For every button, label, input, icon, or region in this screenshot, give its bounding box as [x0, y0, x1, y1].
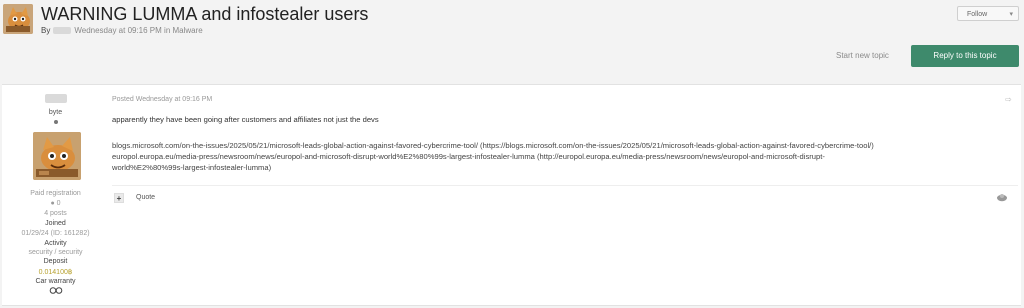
author-avatar-small[interactable] [3, 4, 33, 34]
warranty-icon [2, 287, 109, 296]
warranty-label: Car warranty [35, 278, 76, 285]
post-link[interactable]: world%E2%80%99s-largest-infostealer-lumm… [112, 162, 1012, 173]
avatar[interactable] [33, 132, 81, 180]
activity-label: Activity [44, 240, 67, 247]
author-name-hidden[interactable] [45, 94, 67, 103]
share-icon[interactable]: ⇨ [1005, 95, 1012, 104]
activity-value: security / security [28, 249, 83, 256]
page-title: WARNING LUMMA and infostealer users [41, 4, 369, 24]
deposit-value-line: 0.014100฿ [2, 268, 109, 276]
start-new-topic-link[interactable]: Start new topic [836, 51, 889, 60]
post-link[interactable]: europol.europa.eu/media-press/newsroom/n… [112, 151, 1012, 162]
deposit-value: 0.014100 [38, 269, 68, 276]
topic-date: Wednesday at 09:16 PM [74, 26, 162, 35]
author-panel: byte Paid registration ● 0 4 posts Joine… [2, 85, 109, 305]
chevron-down-icon[interactable]: ▾ [1009, 7, 1013, 22]
forum-link[interactable]: Malware [173, 26, 203, 35]
joined-label: Joined [45, 220, 66, 227]
post-link[interactable]: blogs.microsoft.com/on-the-issues/2025/0… [112, 140, 1012, 151]
reputation-icon: ● [50, 200, 55, 207]
reputation: ● 0 [2, 200, 109, 207]
in-label: in [164, 26, 171, 35]
deposit-label: Deposit [43, 258, 68, 265]
topic-meta: By Wednesday at 09:16 PM in Malware [41, 26, 203, 35]
post-content: Posted Wednesday at 09:16 PM ⇨ apparentl… [112, 85, 1018, 305]
status-dot-icon [54, 120, 58, 124]
post-links: blogs.microsoft.com/on-the-issues/2025/0… [112, 140, 1012, 173]
report-icon[interactable] [996, 193, 1008, 204]
quote-button[interactable]: Quote [136, 194, 155, 201]
post-message: apparently they have been going after cu… [112, 115, 379, 124]
follow-button[interactable]: Follow ▾ [957, 6, 1019, 21]
joined-value: 01/29/24 (ID: 161282) [21, 230, 90, 237]
follow-label: Follow [967, 11, 988, 18]
topic-header: WARNING LUMMA and infostealer users By We… [0, 0, 1024, 80]
author-rank: byte [48, 109, 63, 116]
multiquote-button[interactable]: + [114, 193, 124, 203]
post-count[interactable]: 4 posts [2, 210, 109, 217]
by-label: By [41, 26, 51, 35]
author-name-hidden[interactable] [53, 27, 72, 35]
author-group: Paid registration [30, 190, 81, 197]
divider [112, 185, 1018, 186]
reputation-value: 0 [56, 200, 61, 207]
reply-button[interactable]: Reply to this topic [911, 45, 1019, 67]
bitcoin-icon: ฿ [67, 269, 73, 276]
post-date: Posted Wednesday at 09:16 PM [112, 96, 213, 103]
post: byte Paid registration ● 0 4 posts Joine… [2, 84, 1021, 306]
